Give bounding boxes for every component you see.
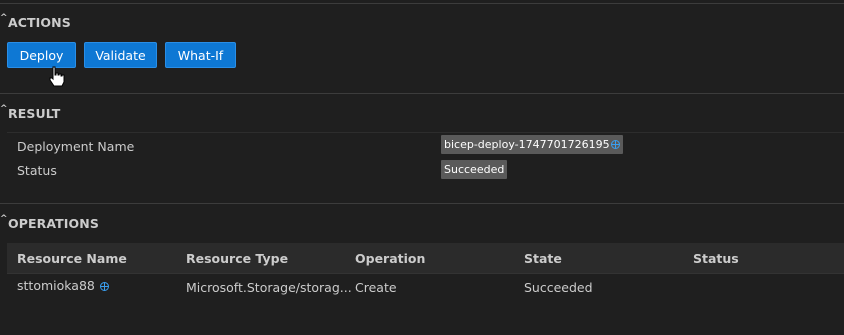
column-header-resource-type[interactable]: Resource Type bbox=[186, 251, 288, 266]
deploy-button[interactable]: Deploy bbox=[7, 42, 76, 68]
actions-section-header[interactable]: ^ ACTIONS bbox=[0, 13, 71, 30]
chevron-up-icon: ^ bbox=[0, 13, 8, 23]
operations-title: OPERATIONS bbox=[8, 215, 99, 231]
status-badge: Succeeded bbox=[441, 160, 508, 179]
column-header-operation[interactable]: Operation bbox=[355, 251, 425, 266]
validate-button[interactable]: Validate bbox=[84, 42, 157, 68]
status-value: Succeeded bbox=[444, 163, 505, 176]
column-header-resource-name[interactable]: Resource Name bbox=[17, 251, 127, 266]
column-header-status[interactable]: Status bbox=[693, 251, 739, 266]
resource-name-text: sttomioka88 bbox=[17, 278, 95, 293]
resource-name-cell[interactable]: sttomioka88 bbox=[17, 278, 109, 293]
result-title: RESULT bbox=[8, 105, 61, 121]
result-divider bbox=[0, 203, 844, 204]
chevron-up-icon: ^ bbox=[0, 214, 8, 224]
column-header-state[interactable]: State bbox=[524, 251, 562, 266]
operation-cell: Create bbox=[355, 280, 397, 295]
globe-link-icon[interactable] bbox=[99, 282, 109, 291]
deployment-name-value[interactable]: bicep-deploy-1747701726195 bbox=[441, 135, 623, 154]
actions-title: ACTIONS bbox=[8, 14, 71, 30]
operations-table-header: Resource Name Resource Type Operation St… bbox=[7, 243, 844, 273]
deployment-name-text: bicep-deploy-1747701726195 bbox=[444, 138, 610, 151]
hand-pointer-cursor-icon bbox=[49, 66, 65, 87]
what-if-button[interactable]: What-If bbox=[165, 42, 236, 68]
chevron-up-icon: ^ bbox=[0, 104, 8, 114]
state-cell: Succeeded bbox=[524, 280, 593, 295]
top-divider bbox=[0, 3, 844, 4]
deployment-name-label: Deployment Name bbox=[17, 139, 135, 154]
operations-section-header[interactable]: ^ OPERATIONS bbox=[0, 214, 99, 231]
table-header-divider bbox=[7, 273, 844, 274]
resource-type-cell: Microsoft.Storage/storag... bbox=[186, 280, 352, 295]
status-label: Status bbox=[17, 163, 57, 178]
globe-link-icon[interactable] bbox=[610, 140, 620, 149]
actions-divider bbox=[0, 93, 844, 94]
result-section-header[interactable]: ^ RESULT bbox=[0, 104, 61, 121]
result-row-divider bbox=[7, 132, 844, 133]
